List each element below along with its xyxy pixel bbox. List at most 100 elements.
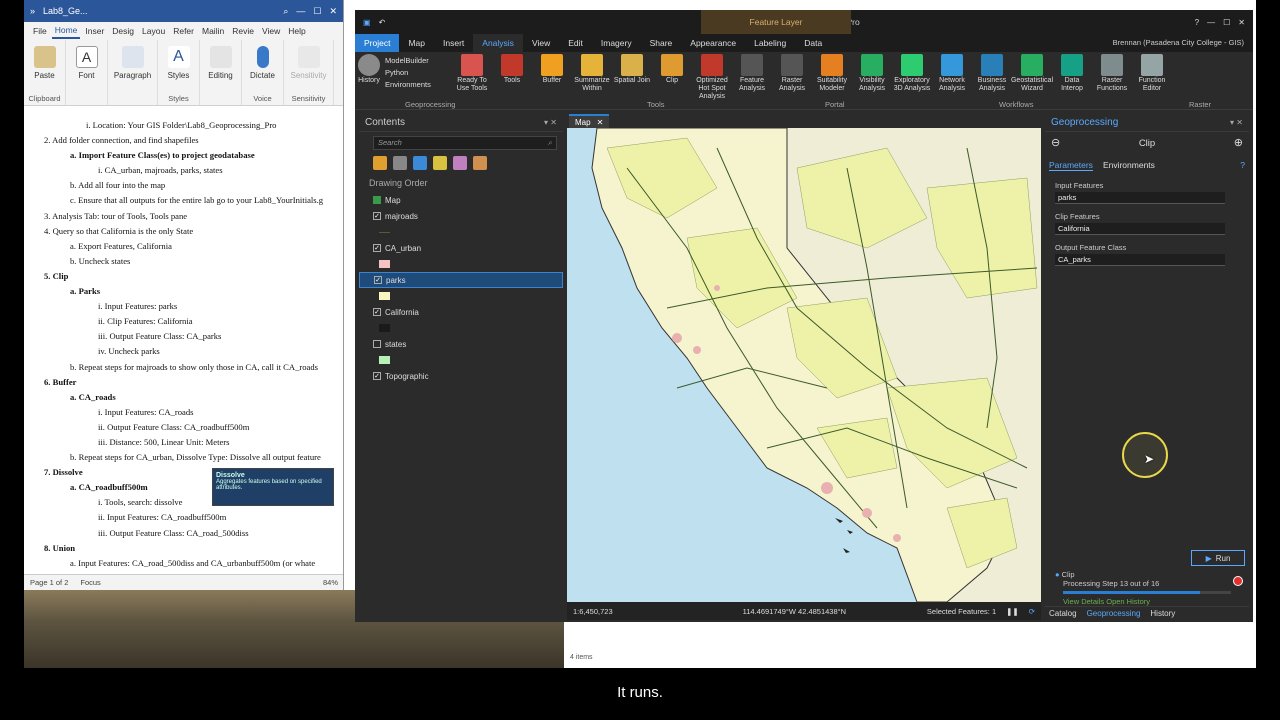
ribbon-button[interactable]: Exploratory 3D Analysis [893,52,931,109]
layer-visibility-checkbox[interactable]: ✓ [374,276,382,284]
tab-geoprocessing[interactable]: Geoprocessing [1087,609,1141,620]
word-maximize-icon[interactable]: ☐ [313,6,321,17]
add-icon[interactable]: ⊕ [1234,136,1243,149]
map-tab-close-icon[interactable]: ✕ [597,118,604,127]
ribbon-button[interactable]: Visibility Analysis [853,52,891,109]
tab-data[interactable]: Data [795,34,831,52]
selection-icon[interactable] [413,156,427,170]
tab-references[interactable]: Refer [170,24,197,38]
layer-item[interactable]: ✓ majroads [359,208,563,224]
maximize-icon[interactable]: ☐ [1223,18,1230,27]
signed-in-user[interactable]: Brennan (Pasadena City College - GIS) [1104,34,1253,52]
tab-review[interactable]: Revie [229,24,257,38]
word-minimize-icon[interactable]: — [296,6,305,16]
styles-button[interactable]: A Styles Styles [158,40,200,105]
font-button[interactable]: A Font [66,40,108,105]
editing-icon[interactable] [433,156,447,170]
focus-button[interactable]: Focus [80,578,100,587]
ribbon-button[interactable]: Function Editor [1133,52,1171,109]
tab-edit[interactable]: Edit [559,34,592,52]
tab-home[interactable]: Home [51,23,81,39]
contents-close-icon[interactable]: ▾ ✕ [544,118,557,127]
ribbon-button[interactable]: Ready To Use Tools [453,52,491,109]
data-source-icon[interactable] [393,156,407,170]
tab-environments[interactable]: Environments [1103,160,1155,171]
contents-search-input[interactable]: Search ⌕ [373,136,557,150]
ribbon-button[interactable]: Feature Analysis [733,52,771,109]
run-button[interactable]: ▶ Run [1191,550,1245,566]
python-button[interactable]: Python [385,68,451,77]
tab-map[interactable]: Map [399,34,434,52]
tab-appearance[interactable]: Appearance [681,34,745,52]
layer-item[interactable]: ✓ CA_urban [359,240,563,256]
history-button[interactable]: History [355,52,383,109]
layer-item[interactable]: ✓ parks [359,272,563,288]
tab-view[interactable]: View [523,34,559,52]
tab-insert[interactable]: Inser [82,24,107,38]
word-close-icon[interactable]: ✕ [329,6,337,17]
layer-item[interactable]: ✓ California [359,304,563,320]
map-canvas[interactable] [567,128,1041,602]
editing-button[interactable]: Editing [200,40,242,105]
ribbon-button[interactable]: Spatial Join [613,52,651,109]
ribbon-button[interactable]: Network Analysis [933,52,971,109]
layer-symbol-swatch[interactable] [379,356,390,364]
labeling-icon[interactable] [473,156,487,170]
help-icon[interactable]: ? [1240,160,1245,171]
undo-icon[interactable]: ↶ [379,18,386,27]
tab-labeling[interactable]: Labeling [745,34,795,52]
layer-item[interactable]: states [359,336,563,352]
drawing-order-icon[interactable] [373,156,387,170]
tab-view[interactable]: View [259,24,283,38]
environments-button[interactable]: Environments [385,80,451,89]
tab-insert[interactable]: Insert [434,34,473,52]
layer-symbol-swatch[interactable] [379,324,390,332]
output-feature-class-field[interactable]: CA_parks [1055,254,1225,266]
layer-item[interactable]: Map [359,192,563,208]
layer-item[interactable]: ✓ Topographic [359,368,563,384]
ribbon-button[interactable]: Tools [493,52,531,109]
word-nav-icon[interactable]: » [30,6,35,16]
tab-mailings[interactable]: Mailin [199,24,227,38]
layer-visibility-checkbox[interactable]: ✓ [373,372,381,380]
tab-analysis[interactable]: Analysis [473,34,523,52]
sensitivity-button[interactable]: Sensitivity Sensitivity [284,40,334,105]
snapping-icon[interactable] [453,156,467,170]
ribbon-button[interactable]: Summarize Within [573,52,611,109]
tab-parameters[interactable]: Parameters [1049,160,1093,171]
layer-symbol-swatch[interactable] [379,292,390,300]
tab-imagery[interactable]: Imagery [592,34,641,52]
dictate-button[interactable]: Dictate Voice [242,40,284,105]
help-icon[interactable]: ? [1195,18,1199,27]
layer-visibility-checkbox[interactable]: ✓ [373,244,381,252]
ribbon-button[interactable]: Optimized Hot Spot Analysis [693,52,731,109]
save-icon[interactable]: ▣ [363,18,371,27]
map-scale[interactable]: 1:6,450,723 [573,607,613,616]
ribbon-button[interactable]: Raster Functions [1093,52,1131,109]
tab-design[interactable]: Desig [109,24,137,38]
paste-button[interactable]: Paste Clipboard [24,40,66,105]
modelbuilder-button[interactable]: ModelBuilder [385,56,451,65]
word-search-icon[interactable]: ⌕ [283,6,288,17]
close-icon[interactable]: ✕ [1238,18,1245,27]
ribbon-button[interactable]: Buffer [533,52,571,109]
clip-features-field[interactable]: California [1055,223,1225,235]
tab-project[interactable]: Project [355,34,400,52]
pause-drawing-icon[interactable]: ❚❚ [1006,607,1019,616]
zoom-level[interactable]: 84% [323,578,338,587]
tab-catalog[interactable]: Catalog [1049,609,1077,620]
minimize-icon[interactable]: — [1207,18,1215,27]
back-icon[interactable]: ⊖ [1051,136,1060,149]
tab-share[interactable]: Share [641,34,682,52]
layer-symbol-swatch[interactable] [379,260,390,268]
layer-visibility-checkbox[interactable]: ✓ [373,308,381,316]
layer-visibility-checkbox[interactable]: ✓ [373,212,381,220]
ribbon-button[interactable]: Data Interop [1053,52,1091,109]
view-details-link[interactable]: View Details [1063,597,1104,606]
tab-help[interactable]: Help [285,24,308,38]
layer-visibility-checkbox[interactable] [373,340,381,348]
cancel-icon[interactable] [1233,576,1243,586]
refresh-icon[interactable]: ⟳ [1029,607,1035,616]
ribbon-button[interactable]: Raster Analysis [773,52,811,109]
input-features-field[interactable]: parks [1055,192,1225,204]
